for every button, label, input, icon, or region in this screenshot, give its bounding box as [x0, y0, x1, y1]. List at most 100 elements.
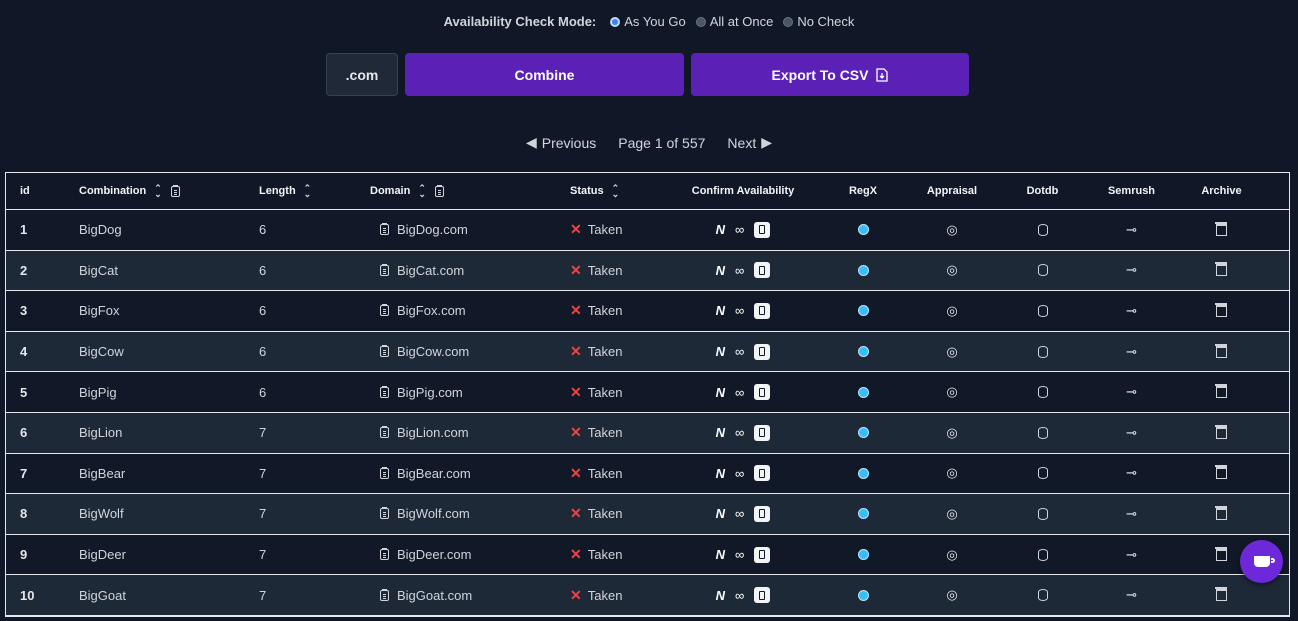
database-icon[interactable]: [1037, 264, 1048, 277]
link-icon[interactable]: ∞: [735, 588, 744, 603]
sort-icon[interactable]: ⌃ ⌄: [304, 184, 312, 199]
appraisal-icon[interactable]: ◎: [946, 344, 957, 360]
clipboard-icon[interactable]: [380, 385, 389, 398]
header-status[interactable]: Status ⌃ ⌄: [558, 184, 668, 199]
appraisal-icon[interactable]: ◎: [946, 262, 957, 278]
mode-option-no-check[interactable]: No Check: [783, 14, 854, 29]
clipboard-icon[interactable]: [380, 426, 389, 439]
trash-icon[interactable]: [1215, 546, 1227, 561]
mode-option-all-at-once[interactable]: All at Once: [695, 14, 773, 29]
link-icon[interactable]: ∞: [735, 263, 744, 278]
link-icon[interactable]: ∞: [735, 303, 744, 318]
namecheap-icon[interactable]: N: [716, 385, 725, 400]
appraisal-icon[interactable]: ◎: [946, 465, 957, 481]
clipboard-icon[interactable]: [380, 466, 389, 479]
clipboard-icon[interactable]: [434, 184, 444, 197]
semrush-icon[interactable]: ⊸: [1126, 222, 1137, 238]
link-icon[interactable]: ∞: [735, 466, 744, 481]
semrush-icon[interactable]: ⊸: [1126, 384, 1137, 400]
semrush-icon[interactable]: ⊸: [1126, 465, 1137, 481]
database-icon[interactable]: [1037, 589, 1048, 602]
namecheap-icon[interactable]: N: [716, 588, 725, 603]
globe-icon[interactable]: [857, 467, 869, 479]
database-icon[interactable]: [1037, 304, 1048, 317]
appraisal-icon[interactable]: ◎: [946, 587, 957, 603]
extension-select[interactable]: .com: [326, 53, 398, 96]
radio-icon[interactable]: [695, 16, 706, 27]
appraisal-icon[interactable]: ◎: [946, 384, 957, 400]
clipboard-icon[interactable]: [380, 588, 389, 601]
globe-icon[interactable]: [857, 386, 869, 398]
namecheap-icon[interactable]: N: [716, 263, 725, 278]
trash-icon[interactable]: [1215, 302, 1227, 317]
globe-icon[interactable]: [857, 427, 869, 439]
previous-button[interactable]: ◀ Previous: [526, 134, 596, 151]
link-icon[interactable]: ∞: [735, 222, 744, 237]
database-icon[interactable]: [1037, 548, 1048, 561]
globe-icon[interactable]: [857, 549, 869, 561]
trash-icon[interactable]: [1215, 505, 1227, 520]
globe-icon[interactable]: [857, 305, 869, 317]
globe-icon[interactable]: [857, 346, 869, 358]
export-csv-button[interactable]: Export To CSV: [691, 53, 969, 96]
globe-icon[interactable]: [857, 264, 869, 276]
next-button[interactable]: Next ▶: [727, 134, 772, 151]
namecheap-icon[interactable]: N: [716, 425, 725, 440]
semrush-icon[interactable]: ⊸: [1126, 303, 1137, 319]
database-icon[interactable]: [1037, 223, 1048, 236]
database-icon[interactable]: [1037, 345, 1048, 358]
database-icon[interactable]: [1037, 426, 1048, 439]
sort-icon[interactable]: ⌃ ⌄: [418, 184, 426, 199]
semrush-icon[interactable]: ⊸: [1126, 262, 1137, 278]
semrush-icon[interactable]: ⊸: [1126, 506, 1137, 522]
clipboard-icon[interactable]: [380, 223, 389, 236]
radio-selected-icon[interactable]: [610, 16, 621, 27]
semrush-icon[interactable]: ⊸: [1126, 344, 1137, 360]
link-icon[interactable]: ∞: [735, 547, 744, 562]
header-domain[interactable]: Domain ⌃ ⌄: [358, 184, 558, 199]
link-icon[interactable]: ∞: [735, 506, 744, 521]
namecheap-icon[interactable]: N: [716, 547, 725, 562]
appraisal-icon[interactable]: ◎: [946, 547, 957, 563]
database-icon[interactable]: [1037, 386, 1048, 399]
database-icon[interactable]: [1037, 467, 1048, 480]
whois-icon[interactable]: [754, 424, 771, 441]
globe-icon[interactable]: [857, 224, 869, 236]
header-id[interactable]: id: [6, 185, 66, 197]
namecheap-icon[interactable]: N: [716, 344, 725, 359]
appraisal-icon[interactable]: ◎: [946, 425, 957, 441]
clipboard-icon[interactable]: [380, 263, 389, 276]
trash-icon[interactable]: [1215, 384, 1227, 399]
whois-icon[interactable]: [754, 587, 771, 604]
globe-icon[interactable]: [857, 589, 869, 601]
namecheap-icon[interactable]: N: [716, 222, 725, 237]
link-icon[interactable]: ∞: [735, 425, 744, 440]
radio-icon[interactable]: [783, 16, 794, 27]
clipboard-icon[interactable]: [380, 345, 389, 358]
namecheap-icon[interactable]: N: [716, 506, 725, 521]
trash-icon[interactable]: [1215, 424, 1227, 439]
whois-icon[interactable]: [754, 384, 771, 401]
whois-icon[interactable]: [754, 302, 771, 319]
sort-icon[interactable]: ⌃ ⌄: [154, 184, 162, 199]
namecheap-icon[interactable]: N: [716, 303, 725, 318]
globe-icon[interactable]: [857, 508, 869, 520]
whois-icon[interactable]: [754, 546, 771, 563]
namecheap-icon[interactable]: N: [716, 466, 725, 481]
link-icon[interactable]: ∞: [735, 344, 744, 359]
combine-button[interactable]: Combine: [405, 53, 684, 96]
whois-icon[interactable]: [754, 262, 771, 279]
buy-coffee-button[interactable]: [1240, 540, 1283, 583]
semrush-icon[interactable]: ⊸: [1126, 587, 1137, 603]
trash-icon[interactable]: [1215, 465, 1227, 480]
appraisal-icon[interactable]: ◎: [946, 506, 957, 522]
whois-icon[interactable]: [754, 343, 771, 360]
header-length[interactable]: Length ⌃ ⌄: [246, 184, 358, 199]
clipboard-icon[interactable]: [170, 184, 180, 197]
header-combination[interactable]: Combination ⌃ ⌄: [66, 184, 246, 199]
semrush-icon[interactable]: ⊸: [1126, 425, 1137, 441]
database-icon[interactable]: [1037, 507, 1048, 520]
appraisal-icon[interactable]: ◎: [946, 222, 957, 238]
trash-icon[interactable]: [1215, 262, 1227, 277]
semrush-icon[interactable]: ⊸: [1126, 547, 1137, 563]
